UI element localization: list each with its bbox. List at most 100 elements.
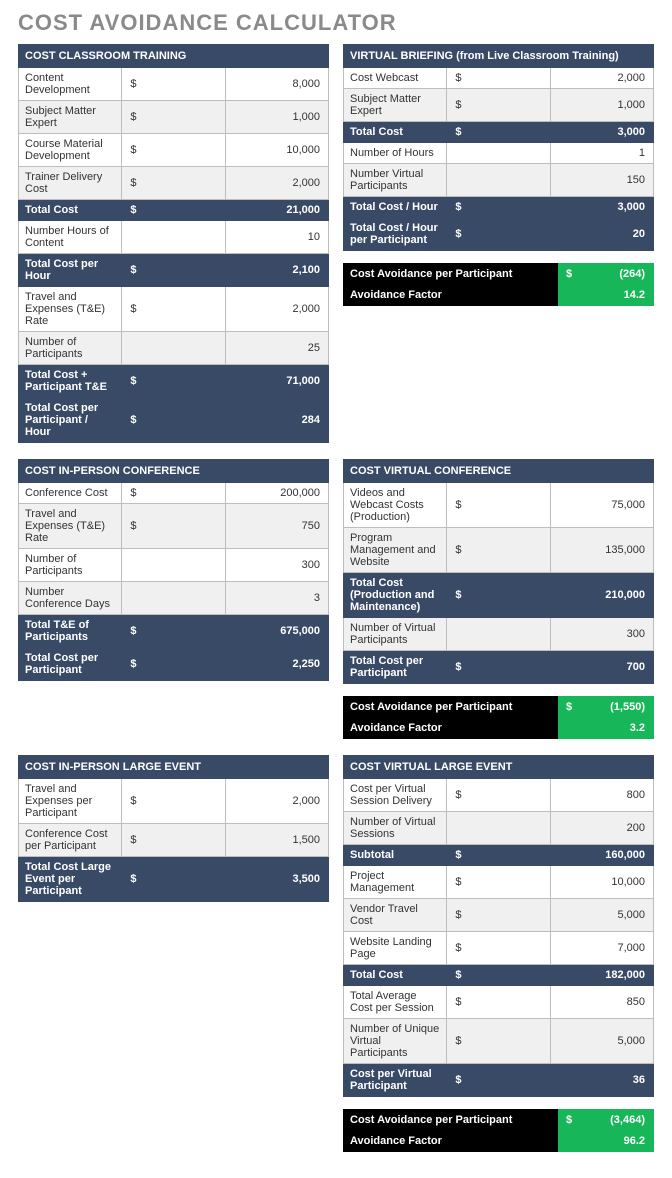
row-label: Conference Cost	[19, 483, 122, 504]
table-row: Travel and Expenses (T&E) Rate$750	[19, 504, 329, 549]
row-currency	[447, 618, 550, 651]
row-label: Content Development	[19, 68, 122, 101]
table-row: Trainer Delivery Cost$2,000	[19, 167, 329, 200]
row-label: Cost Webcast	[344, 68, 447, 89]
avoidance-label: Cost Avoidance per Participant	[344, 264, 558, 285]
left-column: COST IN-PERSON LARGE EVENTTravel and Exp…	[18, 755, 329, 902]
row-label: Cost per Virtual Participant	[344, 1064, 447, 1097]
row-value: 150	[550, 164, 653, 197]
row-currency: $	[122, 287, 225, 332]
table-row: Website Landing Page$7,000	[344, 932, 654, 965]
row-currency: $	[447, 483, 550, 528]
row-label: Number of Participants	[19, 549, 122, 582]
row-currency: $	[122, 101, 225, 134]
row-value: 1	[550, 143, 653, 164]
table-row: Total Cost per Participant$700	[344, 651, 654, 684]
avoidance-value: (3,464)	[586, 1110, 654, 1131]
row-currency: $	[447, 899, 550, 932]
row-currency: $	[447, 528, 550, 573]
avoidance-currency: $	[558, 264, 586, 285]
row-currency: $	[447, 779, 550, 812]
row-label: Total Cost per Participant	[19, 648, 122, 681]
row-value: 300	[225, 549, 328, 582]
row-label: Number of Virtual Sessions	[344, 812, 447, 845]
table-row: Total Cost per Participant / Hour$284	[19, 398, 329, 443]
table-row: Total T&E of Participants$675,000	[19, 615, 329, 648]
table-row: Number of Virtual Participants300	[344, 618, 654, 651]
table-row: Project Management$10,000	[344, 866, 654, 899]
row-currency: $	[122, 254, 225, 287]
row-label: Number Conference Days	[19, 582, 122, 615]
factor-label: Avoidance Factor	[344, 1131, 558, 1152]
row-label: Travel and Expenses (T&E) Rate	[19, 287, 122, 332]
table-row: Number of Unique Virtual Participants$5,…	[344, 1019, 654, 1064]
table-row: Cost per Virtual Participant$36	[344, 1064, 654, 1097]
row-label: Conference Cost per Participant	[19, 824, 122, 857]
table-row: Program Management and Website$135,000	[344, 528, 654, 573]
row-currency: $	[122, 68, 225, 101]
row-label: Subject Matter Expert	[344, 89, 447, 122]
table-row: Content Development$8,000	[19, 68, 329, 101]
avoidance-row: Cost Avoidance per Participant$(1,550)	[344, 697, 654, 718]
row-value: 300	[550, 618, 653, 651]
row-label: Total Cost Large Event per Participant	[19, 857, 122, 902]
table-header: COST IN-PERSON CONFERENCE	[19, 460, 329, 483]
row-label: Trainer Delivery Cost	[19, 167, 122, 200]
row-value: 2,100	[225, 254, 328, 287]
row-label: Subject Matter Expert	[19, 101, 122, 134]
right-table: VIRTUAL BRIEFING (from Live Classroom Tr…	[343, 44, 654, 251]
row-label: Total Cost + Participant T&E	[19, 365, 122, 398]
row-value: 2,250	[225, 648, 328, 681]
table-header: COST VIRTUAL LARGE EVENT	[344, 756, 654, 779]
row-currency: $	[447, 866, 550, 899]
row-value: 10,000	[225, 134, 328, 167]
table-header: COST IN-PERSON LARGE EVENT	[19, 756, 329, 779]
table-row: Total Average Cost per Session$850	[344, 986, 654, 1019]
row-label: Total Cost	[344, 122, 447, 143]
row-currency: $	[447, 651, 550, 684]
row-label: Total Cost per Hour	[19, 254, 122, 287]
row-currency: $	[122, 365, 225, 398]
row-label: Number Virtual Participants	[344, 164, 447, 197]
row-label: Total T&E of Participants	[19, 615, 122, 648]
row-label: Course Material Development	[19, 134, 122, 167]
row-currency: $	[447, 1019, 550, 1064]
avoidance-value: (1,550)	[586, 697, 654, 718]
row-value: 8,000	[225, 68, 328, 101]
factor-row: Avoidance Factor96.2	[344, 1131, 654, 1152]
row-value: 210,000	[550, 573, 653, 618]
row-value: 3,500	[225, 857, 328, 902]
table-row: Total Cost$21,000	[19, 200, 329, 221]
table-header: COST VIRTUAL CONFERENCE	[344, 460, 654, 483]
row-label: Total Cost per Participant / Hour	[19, 398, 122, 443]
row-value: 5,000	[550, 1019, 653, 1064]
factor-value: 3.2	[558, 718, 654, 739]
row-currency: $	[122, 134, 225, 167]
row-value: 284	[225, 398, 328, 443]
factor-value: 96.2	[558, 1131, 654, 1152]
row-label: Website Landing Page	[344, 932, 447, 965]
left-column: COST CLASSROOM TRAININGContent Developme…	[18, 44, 329, 443]
section: COST IN-PERSON LARGE EVENTTravel and Exp…	[18, 755, 654, 1152]
row-label: Total Cost	[19, 200, 122, 221]
table-row: Total Cost (Production and Maintenance)$…	[344, 573, 654, 618]
row-label: Travel and Expenses (T&E) Rate	[19, 504, 122, 549]
table-row: Number Virtual Participants 150	[344, 164, 654, 197]
row-currency	[122, 549, 225, 582]
row-value: 2,000	[225, 287, 328, 332]
table-row: Number of Virtual Sessions200	[344, 812, 654, 845]
right-column: COST VIRTUAL LARGE EVENT Cost per Virtual…	[343, 755, 654, 1152]
row-label: Total Average Cost per Session	[344, 986, 447, 1019]
row-label: Total Cost	[344, 965, 447, 986]
row-value: 7,000	[550, 932, 653, 965]
row-label: Total Cost (Production and Maintenance)	[344, 573, 447, 618]
factor-row: Avoidance Factor14.2	[344, 285, 654, 306]
row-label: Vendor Travel Cost	[344, 899, 447, 932]
avoidance-row: Cost Avoidance per Participant$(264)	[344, 264, 654, 285]
left-column: COST IN-PERSON CONFERENCEConference Cost…	[18, 459, 329, 681]
table-row: Total Cost Large Event per Participant$3…	[19, 857, 329, 902]
table-row: Number of Participants 300	[19, 549, 329, 582]
row-value: 850	[550, 986, 653, 1019]
table-row: Total Cost$182,000	[344, 965, 654, 986]
avoidance-label: Cost Avoidance per Participant	[344, 1110, 558, 1131]
